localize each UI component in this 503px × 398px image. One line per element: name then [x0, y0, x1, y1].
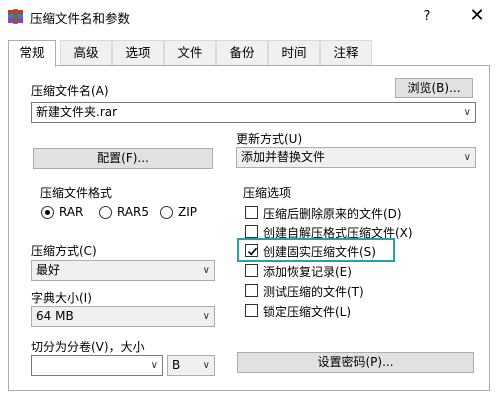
- option-solid-label: 创建固实压缩文件(S): [263, 245, 376, 259]
- options-group-label: 压缩选项: [241, 184, 294, 201]
- option-test-label: 测试压缩的文件(T): [263, 285, 364, 299]
- split-label: 切分为分卷(V)，大小: [31, 340, 145, 354]
- option-lock-label: 锁定压缩文件(L): [263, 305, 352, 319]
- tab-comment[interactable]: 注释: [320, 40, 372, 66]
- split-size-combobox[interactable]: ∨: [31, 355, 163, 376]
- update-mode-label: 更新方式(U): [236, 132, 303, 146]
- checkbox-delete-after[interactable]: [245, 206, 258, 219]
- option-delete-after-label: 压缩后删除原来的文件(D): [263, 207, 402, 221]
- close-button[interactable]: ✕: [460, 4, 494, 28]
- set-password-button[interactable]: 设置密码(P)...: [237, 352, 474, 373]
- method-label: 压缩方式(C): [31, 244, 97, 258]
- checkbox-lock[interactable]: [245, 304, 258, 317]
- title-bar: 压缩文件名和参数 ? ✕: [0, 0, 503, 34]
- winrar-icon: [7, 8, 24, 25]
- checkbox-sfx[interactable]: [245, 225, 258, 238]
- tab-time[interactable]: 时间: [268, 40, 320, 66]
- radio-rar-label: RAR: [59, 205, 84, 219]
- window-title: 压缩文件名和参数: [30, 11, 131, 26]
- archive-name-combobox[interactable]: 新建文件夹.rar ∨: [31, 102, 476, 123]
- chevron-down-icon[interactable]: ∨: [464, 148, 471, 167]
- radio-rar5-label: RAR5: [117, 205, 150, 219]
- checkmark-icon: [247, 247, 258, 256]
- split-unit-select[interactable]: B ∨: [167, 355, 215, 376]
- archive-name-label: 压缩文件名(A): [31, 84, 109, 98]
- checkbox-test[interactable]: [245, 284, 258, 297]
- chevron-down-icon[interactable]: ∨: [464, 103, 471, 122]
- dict-label: 字典大小(I): [31, 291, 92, 305]
- chevron-down-icon[interactable]: ∨: [151, 356, 158, 375]
- chevron-down-icon[interactable]: ∨: [203, 307, 210, 326]
- chevron-down-icon[interactable]: ∨: [203, 356, 210, 375]
- radio-zip-label: ZIP: [178, 205, 197, 219]
- radio-rar5[interactable]: [99, 206, 112, 219]
- tab-options[interactable]: 选项: [112, 40, 164, 66]
- profile-button[interactable]: 配置(F)...: [33, 148, 213, 169]
- update-mode-select[interactable]: 添加并替换文件 ∨: [236, 147, 476, 168]
- method-value: 最好: [36, 263, 61, 277]
- help-button[interactable]: ?: [412, 6, 442, 28]
- format-group-label: 压缩文件格式: [38, 184, 115, 201]
- update-mode-value: 添加并替换文件: [241, 150, 326, 164]
- tab-backup[interactable]: 备份: [216, 40, 268, 66]
- radio-zip[interactable]: [160, 206, 173, 219]
- tab-advanced[interactable]: 高级: [60, 40, 112, 66]
- option-recovery-label: 添加恢复记录(E): [263, 265, 352, 279]
- split-unit-value: B: [172, 358, 181, 372]
- method-select[interactable]: 最好 ∨: [31, 260, 215, 281]
- checkbox-recovery[interactable]: [245, 264, 258, 277]
- tab-general[interactable]: 常规: [8, 40, 56, 67]
- tab-files[interactable]: 文件: [164, 40, 216, 66]
- radio-rar[interactable]: [41, 206, 54, 219]
- dict-select[interactable]: 64 MB ∨: [31, 306, 215, 327]
- chevron-down-icon[interactable]: ∨: [203, 261, 210, 280]
- browse-button[interactable]: 浏览(B)...: [395, 78, 473, 98]
- dict-value: 64 MB: [36, 309, 74, 323]
- archive-name-value: 新建文件夹.rar: [36, 105, 118, 119]
- checkbox-solid[interactable]: [245, 244, 258, 257]
- tab-strip: 常规 高级 选项 文件 备份 时间 注释: [8, 40, 488, 67]
